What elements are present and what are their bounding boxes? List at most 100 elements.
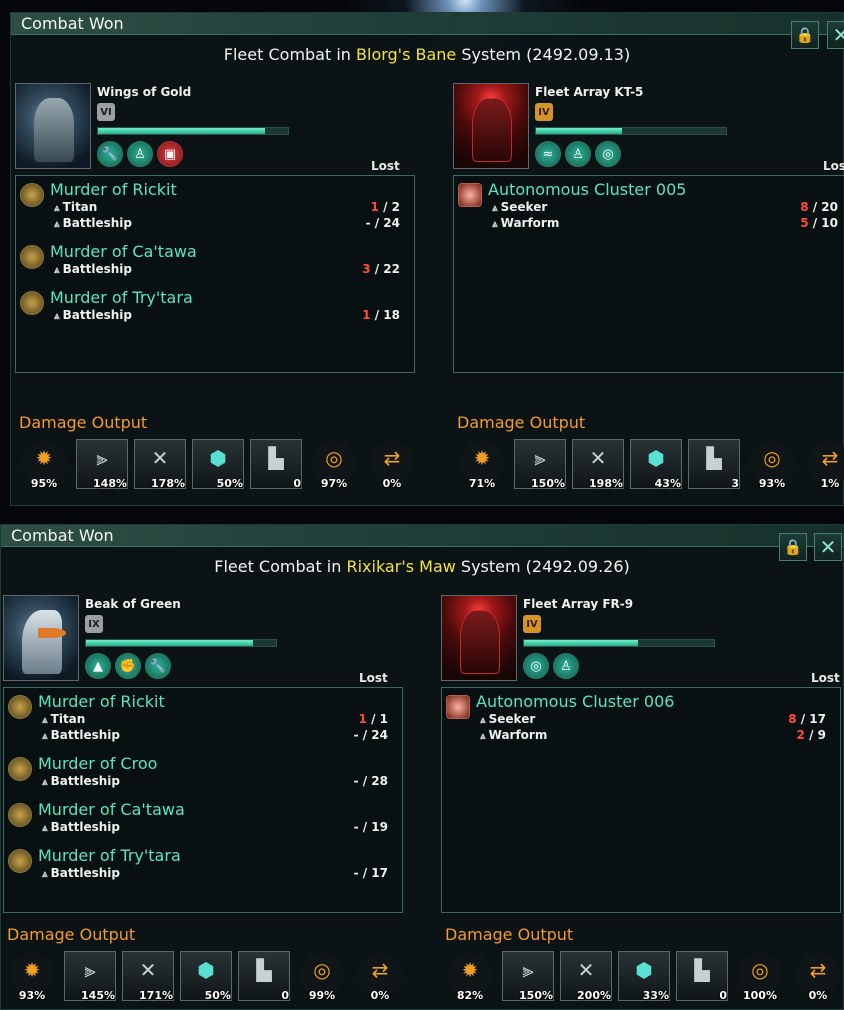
leader-portrait[interactable]	[441, 595, 517, 681]
body-icon[interactable]: ♙	[553, 653, 579, 679]
fleet-name[interactable]: Murder of Rickit	[50, 180, 177, 199]
damage-type-tile[interactable]: ◎ 100%	[731, 950, 789, 1002]
body-icon[interactable]: ♙	[127, 141, 153, 167]
rank-badge: IV	[523, 615, 541, 633]
shard-icon: ✕	[577, 958, 595, 982]
portrait-figure	[34, 98, 74, 162]
system-name[interactable]: Rixikar's Maw	[346, 557, 455, 576]
wrench-icon[interactable]: 🔧	[145, 653, 171, 679]
damage-type-tile[interactable]: ✹ 82%	[441, 950, 499, 1002]
damage-type-tile[interactable]: ⇄ 0%	[351, 950, 409, 1002]
count-separator: /	[358, 866, 372, 880]
fleet-entry: Murder of Croo ⩓ Battleship - / 28	[8, 754, 398, 800]
ship-size-icon: ⩓	[42, 823, 48, 834]
damage-type-tile[interactable]: ⫸ 150%	[511, 438, 569, 490]
damage-type-tile[interactable]: ▙ 0	[673, 950, 731, 1002]
damage-type-tile[interactable]: ⇄ 0%	[789, 950, 844, 1002]
ship-count: 1 / 2	[371, 200, 400, 214]
wave-icon[interactable]: ≈	[535, 141, 561, 167]
combat-heading: Fleet Combat in Blorg's Bane System (249…	[11, 45, 843, 64]
damage-type-tile[interactable]: ⬢ 50%	[189, 438, 247, 490]
fleet-name[interactable]: Murder of Try'tara	[38, 846, 181, 865]
damage-value: 100%	[743, 989, 777, 1002]
damage-type-tile[interactable]: ⫸ 145%	[61, 950, 119, 1002]
damage-value: 150%	[519, 989, 553, 1002]
damage-type-tile[interactable]: ⇄ 1%	[801, 438, 844, 490]
damage-type-tile[interactable]: ⫸ 148%	[73, 438, 131, 490]
combat-heading: Fleet Combat in Rixikar's Maw System (24…	[1, 557, 843, 576]
ship-size-icon: ⩓	[480, 715, 486, 726]
damage-type-tile[interactable]: ✕ 198%	[569, 438, 627, 490]
ship-size-icon: ⩓	[54, 265, 60, 276]
ship-class-row: ⩓ Battleship - / 17	[42, 866, 398, 880]
missile-icon: ⫸	[84, 958, 96, 982]
damage-type-tile[interactable]: ◎ 97%	[305, 438, 363, 490]
spiral-icon[interactable]: ◎	[595, 141, 621, 167]
hex-shield-icon: ⬢	[209, 446, 227, 470]
lost-header: Lost	[811, 671, 840, 685]
experience-fill	[98, 128, 266, 134]
fleet-name[interactable]: Murder of Ca'tawa	[38, 800, 185, 819]
rank-badge: IV	[535, 103, 553, 121]
ships-lost: 1	[358, 712, 367, 726]
system-name[interactable]: Blorg's Bane	[356, 45, 456, 64]
damage-type-tile[interactable]: ◎ 99%	[293, 950, 351, 1002]
damage-type-tile[interactable]: ⇄ 0%	[363, 438, 421, 490]
shuffle-icon: ⇄	[821, 446, 839, 470]
body-icon[interactable]: ♙	[565, 141, 591, 167]
ship-class: Warform	[500, 216, 560, 230]
ship-count: 8 / 20	[800, 200, 838, 214]
fleet-name[interactable]: Murder of Rickit	[38, 692, 165, 711]
leader-portrait[interactable]	[3, 595, 79, 681]
ship-class-row: ⩓ Battleship 1 / 18	[54, 308, 410, 322]
ships-total: 18	[383, 308, 400, 322]
count-separator: /	[366, 712, 380, 726]
leader-portrait[interactable]	[15, 83, 91, 169]
damage-value: 50%	[204, 989, 231, 1002]
leader-portrait[interactable]	[453, 83, 529, 169]
shuffle-icon: ⇄	[383, 446, 401, 470]
fleet-name[interactable]: Murder of Croo	[38, 754, 157, 773]
ship-class-row: ⩓ Warform 5 / 10	[492, 216, 844, 230]
turret-icon: ▙	[706, 446, 722, 470]
explosion-icon: ✹	[35, 446, 53, 470]
damage-type-tile[interactable]: ✹ 71%	[453, 438, 511, 490]
damage-type-tile[interactable]: ✕ 171%	[119, 950, 177, 1002]
damage-value: 198%	[589, 477, 623, 490]
damage-type-tile[interactable]: ⬢ 50%	[177, 950, 235, 1002]
damage-output-row: ✹ 82% ⫸ 150% ✕ 200% ⬢ 33% ▙ 0 ◎ 100% ⇄ 0%	[441, 950, 844, 1002]
ships-total: 17	[809, 712, 826, 726]
fleet-name[interactable]: Autonomous Cluster 005	[488, 180, 686, 199]
fist-icon[interactable]: ✊	[115, 653, 141, 679]
ship-class-row: ⩓ Battleship - / 24	[54, 216, 410, 230]
rocket-icon[interactable]: ▲	[85, 653, 111, 679]
damage-type-tile[interactable]: ▙ 3	[685, 438, 743, 490]
damage-type-tile[interactable]: ⬢ 33%	[615, 950, 673, 1002]
spiral-icon[interactable]: ◎	[523, 653, 549, 679]
fleet-name[interactable]: Murder of Ca'tawa	[50, 242, 197, 261]
damage-type-tile[interactable]: ✕ 200%	[557, 950, 615, 1002]
toolbox-icon[interactable]: ▣	[157, 141, 183, 167]
damage-output-title: Damage Output	[445, 925, 574, 944]
damage-type-tile[interactable]: ✹ 95%	[15, 438, 73, 490]
damage-type-tile[interactable]: ⫸ 150%	[499, 950, 557, 1002]
damage-type-tile[interactable]: ✹ 93%	[3, 950, 61, 1002]
wrench-icon[interactable]: 🔧	[97, 141, 123, 167]
damage-type-tile[interactable]: ⬢ 43%	[627, 438, 685, 490]
ship-class-row: ⩓ Warform 2 / 9	[480, 728, 836, 742]
fleet-entry: Murder of Try'tara ⩓ Battleship 1 / 18	[20, 288, 410, 334]
trait-list: ◎ ♙	[523, 653, 579, 679]
damage-type-tile[interactable]: ✕ 178%	[131, 438, 189, 490]
fleet-name[interactable]: Autonomous Cluster 006	[476, 692, 674, 711]
damage-type-tile[interactable]: ◎ 93%	[743, 438, 801, 490]
damage-type-tile[interactable]: ▙ 0	[235, 950, 293, 1002]
lock-icon: 🔒	[795, 26, 815, 44]
ships-total: 9	[817, 728, 826, 742]
close-icon: ✕	[832, 23, 844, 47]
fleet-name[interactable]: Murder of Try'tara	[50, 288, 193, 307]
missile-icon: ⫸	[534, 446, 546, 470]
damage-type-tile[interactable]: ▙ 0	[247, 438, 305, 490]
count-separator: /	[370, 308, 384, 322]
ship-class: Seeker	[500, 200, 548, 214]
trait-list: ≈ ♙ ◎	[535, 141, 621, 167]
